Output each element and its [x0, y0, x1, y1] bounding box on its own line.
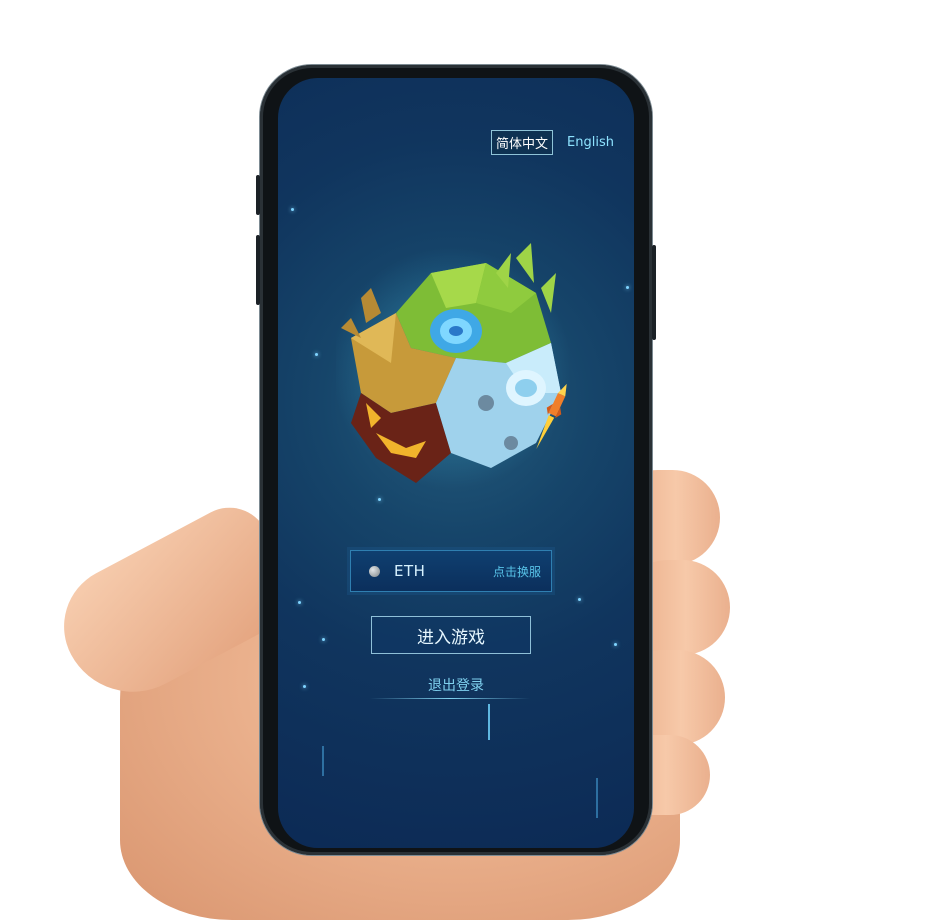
enter-game-button[interactable]: 进入游戏	[371, 616, 531, 654]
side-button	[652, 245, 656, 340]
logout-link[interactable]: 退出登录	[278, 675, 634, 695]
side-button	[256, 235, 260, 305]
star	[614, 643, 617, 646]
side-button	[256, 175, 260, 215]
switch-server-button[interactable]: 点击换服	[493, 563, 541, 580]
language-switcher: 简体中文 English	[491, 130, 618, 155]
server-status-icon	[369, 565, 380, 577]
star	[291, 208, 294, 211]
star	[626, 286, 629, 289]
decorative-line	[596, 778, 598, 818]
star	[322, 638, 325, 641]
decorative-line	[322, 746, 324, 776]
server-name: ETH	[394, 562, 426, 580]
game-screen: 简体中文 English ETH 点击换服 进入游戏 退出登录	[278, 78, 634, 848]
decorative-line	[488, 704, 490, 740]
star	[315, 353, 318, 356]
star	[298, 601, 301, 604]
lang-option-english[interactable]: English	[563, 133, 618, 152]
star	[578, 598, 581, 601]
planet-illustration	[336, 243, 571, 488]
divider	[370, 698, 530, 699]
server-selector[interactable]: ETH 点击换服	[350, 550, 552, 592]
lang-option-chinese[interactable]: 简体中文	[491, 130, 554, 155]
